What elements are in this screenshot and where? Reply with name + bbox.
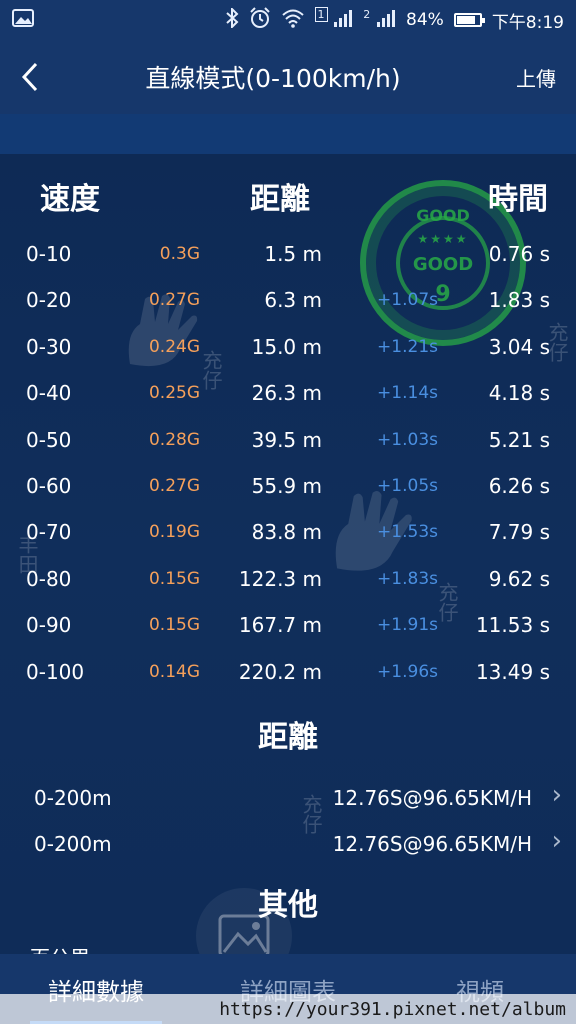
table-row: 0-10 0.3G 1.5 m 0.76 s (0, 232, 576, 278)
g-force: 0.27G (148, 290, 200, 311)
signal-2-icon: 2 (363, 9, 396, 31)
speed-range: 0-50 (26, 427, 72, 452)
time-value: 4.18 s (488, 381, 550, 406)
time-value: 5.21 s (488, 427, 550, 452)
speed-range: 0-10 (26, 242, 72, 266)
split-delta: +1.07s (377, 290, 438, 311)
distance-result: 12.76S@96.65KM/H (332, 786, 532, 810)
battery-percent: 84% (406, 10, 444, 30)
time-value: 1.83 s (488, 288, 550, 313)
distance-value: 15.0 m (251, 334, 322, 359)
url-watermark: https://your391.pixnet.net/album (0, 994, 576, 1024)
speed-range: 0-60 (26, 473, 72, 498)
header-time: 時間 (488, 182, 548, 217)
table-row: 0-20 0.27G 6.3 m +1.07s 1.83 s (0, 278, 576, 324)
distance-range: 0-200m (34, 786, 112, 810)
g-force: 0.15G (148, 568, 200, 589)
time-value: 11.53 s (475, 613, 550, 638)
g-force: 0.19G (148, 522, 200, 543)
split-delta: +1.91s (377, 615, 438, 636)
sim1-badge: 1 (314, 7, 328, 22)
app-bar: 直線模式(0-100km/h) 上傳 (0, 40, 576, 114)
speed-range: 0-30 (26, 334, 72, 359)
speed-range: 0-40 (26, 381, 72, 406)
time-value: 7.79 s (488, 520, 550, 545)
g-force: 0.3G (159, 244, 200, 264)
table-row: 0-90 0.15G 167.7 m +1.91s 11.53 s (0, 603, 576, 649)
table-row: 0-40 0.25G 26.3 m +1.14s 4.18 s (0, 371, 576, 417)
split-delta: +1.21s (377, 336, 438, 357)
distance-value: 83.8 m (251, 520, 322, 545)
sim2-badge: 2 (363, 8, 371, 21)
other-item-label: 百公里 (30, 942, 90, 954)
speed-range: 0-20 (26, 288, 72, 313)
table-row: 0-30 0.24G 15.0 m +1.21s 3.04 s (0, 325, 576, 371)
split-delta: +1.03s (377, 429, 438, 450)
split-delta: +1.53s (377, 522, 438, 543)
battery-icon (453, 13, 485, 27)
table-row: 0-100 0.14G 220.2 m +1.96s 13.49 s (0, 650, 576, 696)
speed-range: 0-100 (26, 659, 85, 684)
g-force: 0.14G (148, 661, 200, 682)
chevron-right-icon: › (551, 826, 562, 856)
results-panel: GOOD ★★★★ GOOD 9 充仔 充仔 充仔 丰田 充仔 速度 距離 時間… (0, 154, 576, 984)
speed-range: 0-80 (26, 566, 72, 591)
split-delta: +1.83s (377, 568, 438, 589)
header-speed: 速度 (40, 182, 100, 217)
chevron-left-icon (21, 62, 38, 92)
distance-range: 0-200m (34, 832, 112, 856)
g-force: 0.15G (148, 615, 200, 636)
distance-result-row[interactable]: 0-200m 12.76S@96.65KM/H › (0, 824, 576, 870)
distance-value: 55.9 m (251, 473, 322, 498)
distance-value: 1.5 m (264, 242, 322, 266)
speed-table: 0-10 0.3G 1.5 m 0.76 s 0-20 0.27G 6.3 m … (0, 232, 576, 696)
alarm-icon (249, 7, 271, 33)
upload-button[interactable]: 上傳 (496, 63, 576, 92)
table-row: 0-70 0.19G 83.8 m +1.53s 7.79 s (0, 510, 576, 556)
speed-range: 0-70 (26, 520, 72, 545)
split-delta: +1.14s (377, 383, 438, 404)
header-band (0, 114, 576, 154)
distance-section-title: 距離 (258, 720, 318, 755)
distance-value: 167.7 m (238, 613, 322, 638)
distance-value: 6.3 m (264, 288, 322, 313)
other-section-title: 其他 (258, 888, 318, 923)
distance-value: 39.5 m (251, 427, 322, 452)
distance-result: 12.76S@96.65KM/H (332, 832, 532, 856)
clock: 下午8:19 (491, 12, 564, 33)
image-icon (12, 9, 34, 31)
split-delta: +1.96s (377, 661, 438, 682)
time-value: 6.26 s (488, 473, 550, 498)
g-force: 0.24G (148, 336, 200, 357)
g-force: 0.27G (148, 475, 200, 496)
status-bar: 1 2 84% 下午8:19 (0, 0, 576, 40)
distance-result-row[interactable]: 0-200m 12.76S@96.65KM/H › (0, 778, 576, 824)
table-row: 0-80 0.15G 122.3 m +1.83s 9.62 s (0, 557, 576, 603)
wifi-icon (281, 8, 305, 32)
distance-value: 122.3 m (238, 566, 322, 591)
chevron-right-icon: › (551, 780, 562, 810)
time-value: 0.76 s (488, 242, 550, 266)
signal-icon: 1 (314, 7, 354, 31)
table-row: 0-50 0.28G 39.5 m +1.03s 5.21 s (0, 418, 576, 464)
split-delta: +1.05s (377, 475, 438, 496)
header-distance: 距離 (250, 182, 310, 217)
bluetooth-icon (225, 6, 239, 32)
time-value: 13.49 s (475, 659, 550, 684)
time-value: 3.04 s (488, 334, 550, 359)
distance-value: 220.2 m (238, 659, 322, 684)
g-force: 0.25G (148, 383, 200, 404)
page-title: 直線模式(0-100km/h) (145, 64, 401, 93)
table-row: 0-60 0.27G 55.9 m +1.05s 6.26 s (0, 464, 576, 510)
distance-value: 26.3 m (251, 381, 322, 406)
g-force: 0.28G (148, 429, 200, 450)
speed-range: 0-90 (26, 613, 72, 638)
time-value: 9.62 s (488, 566, 550, 591)
